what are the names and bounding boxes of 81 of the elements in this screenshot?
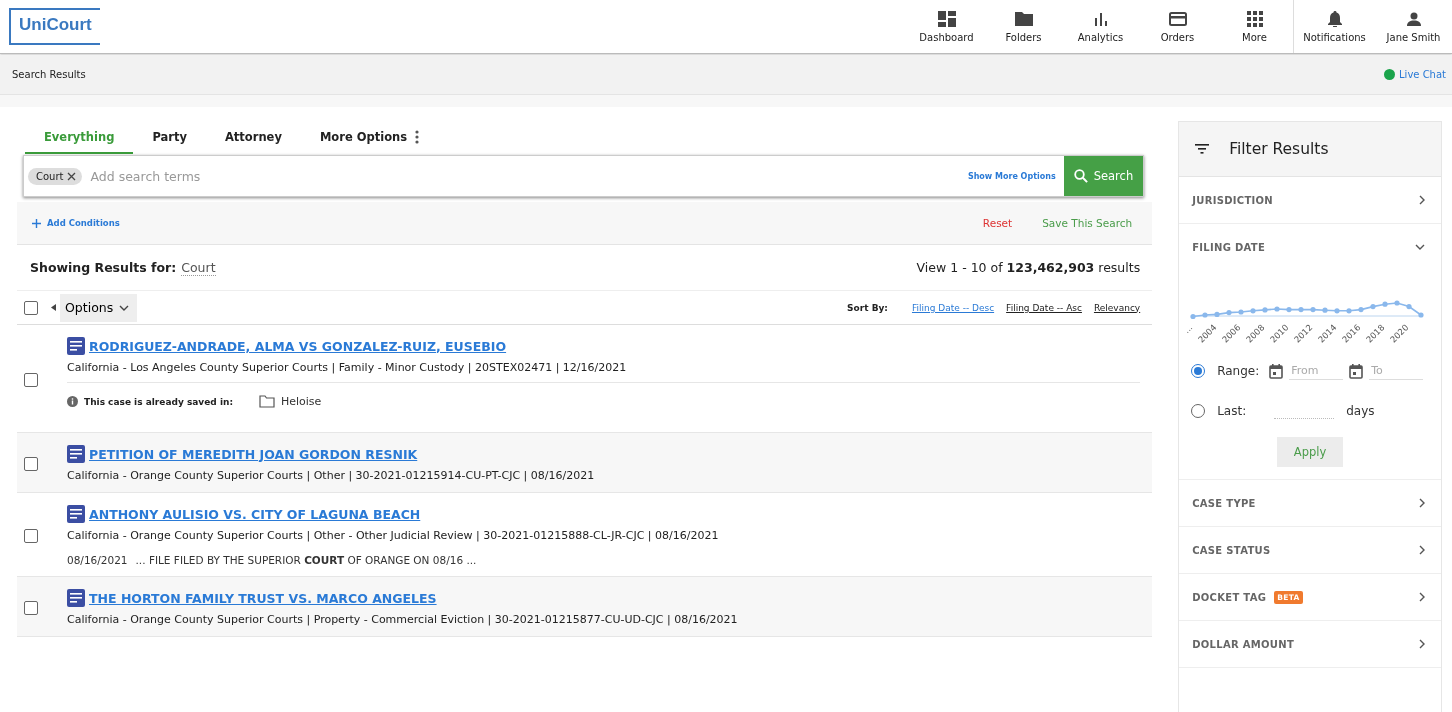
checkbox[interactable] xyxy=(24,372,38,387)
case-details: California - Orange County Superior Courts | Property - Commercial Eviction | 30-2021-01215877-CU-UD-CJC | 08/16/2021 xyxy=(67,613,739,626)
search-icon xyxy=(1073,169,1088,183)
user-icon xyxy=(1406,10,1421,27)
chevron-right-icon[interactable] xyxy=(1419,545,1425,555)
range-label: Range: xyxy=(1217,364,1260,378)
case-title-link[interactable]: ANTHONY AULISIO VS. CITY OF LAGUNA BEACH xyxy=(89,506,421,522)
document-icon xyxy=(67,445,85,463)
document-icon xyxy=(67,589,85,607)
select-all-checkbox[interactable] xyxy=(24,300,38,315)
card-icon xyxy=(1168,10,1187,27)
axis-label: ... xyxy=(1185,322,1195,336)
query-text: Court xyxy=(181,259,216,276)
checkbox[interactable] xyxy=(24,600,38,615)
search-bar[interactable]: Court Add search terms Show More Options Search xyxy=(23,155,1145,197)
search-chip[interactable]: Court xyxy=(28,167,83,185)
filter-section-label: FILING DATE xyxy=(1192,241,1266,253)
caret-icon[interactable] xyxy=(51,304,56,311)
sort-link[interactable]: Relevancy xyxy=(1093,302,1141,313)
reset-link[interactable]: Reset xyxy=(982,217,1013,229)
folder-icon xyxy=(1014,10,1033,27)
close-icon[interactable] xyxy=(67,171,77,181)
bar-chart-icon xyxy=(1093,10,1108,27)
filter-section-label: CASE TYPE xyxy=(1192,497,1256,509)
case-details: California - Los Angeles County Superior Courts | Family - Minor Custody | 20STEX02471 | 12/16/2021 xyxy=(67,361,628,374)
nav-item[interactable]: Folders xyxy=(985,0,1062,53)
chevron-right-icon[interactable] xyxy=(1419,639,1425,649)
case-title-link[interactable]: THE HORTON FAMILY TRUST VS. MARCO ANGELES xyxy=(89,590,437,606)
add-conditions-link[interactable]: Add Conditions xyxy=(32,218,120,228)
document-icon xyxy=(67,505,85,523)
sort-label: Sort By: xyxy=(847,302,888,313)
chevron-right-icon[interactable] xyxy=(1419,498,1425,508)
info-icon xyxy=(67,396,78,407)
filter-title: Filter Results xyxy=(1229,140,1329,158)
chevron-down-icon[interactable] xyxy=(1415,244,1425,250)
nav-item[interactable]: More xyxy=(1216,0,1293,53)
case-details: California - Orange County Superior Courts | Other | 30-2021-01215914-CU-PT-CJC | 08/16/2021 xyxy=(67,469,596,482)
nav-item[interactable]: Jane Smith xyxy=(1375,0,1452,53)
show-more-options-link[interactable]: Show More Options xyxy=(967,171,1056,181)
options-dropdown[interactable]: Options xyxy=(60,293,138,322)
live-chat-link[interactable]: Live Chat xyxy=(1384,69,1446,80)
nav-item[interactable]: Dashboard xyxy=(908,0,985,53)
sort-link[interactable]: Filing Date -- Asc xyxy=(1006,302,1082,313)
case-snippet: ... FILE FILED BY THE SUPERIOR COURT OF ORANGE ON 08/16 ... xyxy=(135,554,477,566)
grid-icon xyxy=(1246,10,1263,27)
checkbox[interactable] xyxy=(24,456,38,471)
folder-link[interactable]: Heloise xyxy=(281,395,322,408)
dashboard-icon xyxy=(937,10,956,27)
search-tab[interactable]: Party xyxy=(133,121,206,154)
nav-item[interactable]: Orders xyxy=(1139,0,1216,53)
chevron-down-icon xyxy=(119,304,130,311)
filter-section-label: CASE STATUS xyxy=(1192,544,1271,556)
folder-icon xyxy=(259,395,275,408)
case-title-link[interactable]: RODRIGUEZ-ANDRADE, ALMA VS GONZALEZ-RUIZ, EUSEBIO xyxy=(89,338,507,354)
search-tab[interactable]: More Options xyxy=(300,121,439,154)
plus-icon xyxy=(32,218,41,228)
filter-section-label: DOLLAR AMOUNT xyxy=(1192,638,1295,650)
results-label: Showing Results for: xyxy=(30,260,177,275)
case-details: California - Orange County Superior Courts | Other - Other Judicial Review | 30-2021-01215888-CL-JR-CJC | 08/16/2021 xyxy=(67,529,720,542)
bell-icon xyxy=(1327,10,1342,27)
filter-section-label: DOCKET TAG xyxy=(1192,591,1267,603)
days-label: days xyxy=(1346,403,1375,418)
chevron-right-icon[interactable] xyxy=(1419,195,1425,205)
checkbox[interactable] xyxy=(24,528,38,543)
result-count: View 1 - 10 of 123,462,903 results xyxy=(916,260,1141,275)
search-tab[interactable]: Attorney xyxy=(205,121,301,154)
filter-section-label: JURISDICTION xyxy=(1192,194,1274,206)
calendar-icon[interactable] xyxy=(1349,363,1364,379)
filter-icon xyxy=(1195,144,1210,154)
kebab-icon xyxy=(415,129,420,144)
nav-item[interactable]: Analytics xyxy=(1062,0,1139,53)
calendar-icon[interactable] xyxy=(1269,363,1284,379)
saved-note: This case is already saved in: xyxy=(84,396,233,407)
chevron-right-icon[interactable] xyxy=(1419,592,1425,602)
last-label: Last: xyxy=(1217,403,1247,418)
case-title-link[interactable]: PETITION OF MEREDITH JOAN GORDON RESNIK xyxy=(89,446,418,462)
document-icon xyxy=(67,337,85,355)
snippet-date: 08/16/2021 xyxy=(67,554,128,566)
breadcrumb: Search Results xyxy=(12,69,86,80)
sort-link[interactable]: Filing Date -- Desc xyxy=(911,302,995,313)
logo[interactable]: UniCourt xyxy=(9,8,100,45)
